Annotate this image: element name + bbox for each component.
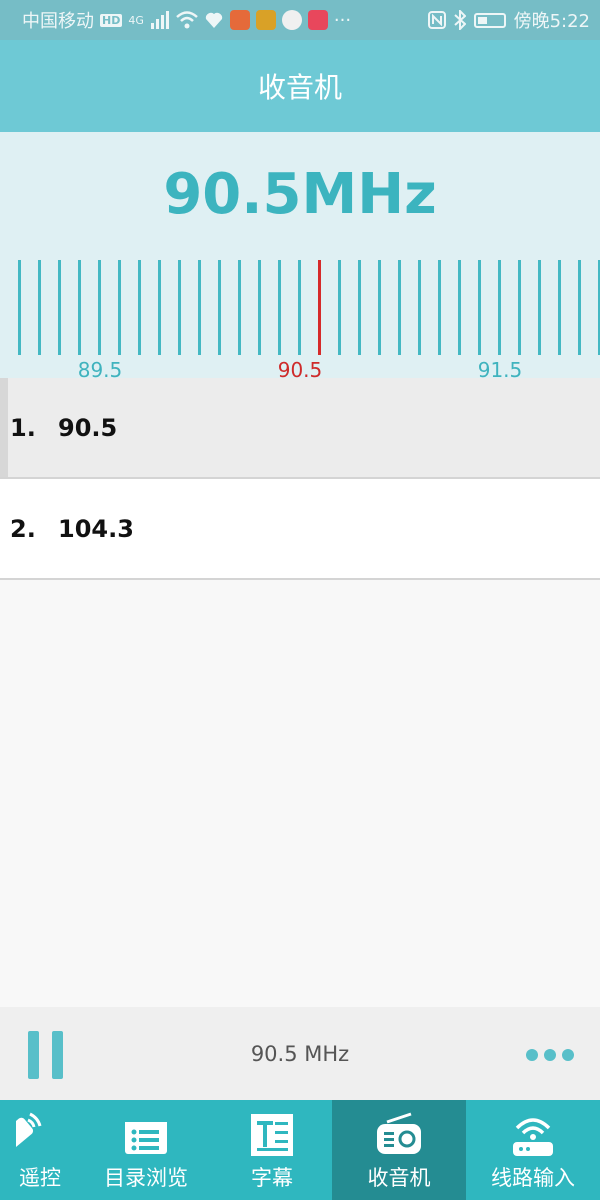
page-title: 收音机 xyxy=(257,71,342,104)
dial-tick xyxy=(578,260,581,355)
station-frequency: 90.5 xyxy=(58,413,118,442)
dial-tick xyxy=(78,260,81,355)
dial-tick xyxy=(278,260,281,355)
station-index: 2. xyxy=(10,514,36,543)
dial-tick xyxy=(478,260,481,355)
heart-icon xyxy=(204,11,224,29)
station-frequency: 104.3 xyxy=(58,514,134,543)
bottom-nav: 遥控 目录浏览 字幕 收音机 线路输入 xyxy=(0,1100,600,1200)
dial-tick xyxy=(178,260,181,355)
station-index: 1. xyxy=(10,413,36,442)
status-bar: 中国移动 HD 4G ··· 傍晚5:22 xyxy=(0,0,600,40)
dial-tick xyxy=(538,260,541,355)
nav-item-line-in[interactable]: 线路输入 xyxy=(466,1100,600,1200)
more-dots-icon[interactable] xyxy=(526,1049,574,1061)
dial-tick xyxy=(378,260,381,355)
dial-tick xyxy=(38,260,41,355)
dial-tick xyxy=(418,260,421,355)
station-row[interactable]: 1. 90.5 xyxy=(0,378,600,479)
nav-item-subtitle[interactable]: 字幕 xyxy=(212,1100,332,1200)
tuner-panel[interactable]: 90.5MHz 89.5 90.5 91.5 xyxy=(0,132,600,382)
more-notifications-label: ··· xyxy=(333,9,352,31)
dial-tick xyxy=(18,260,21,355)
line-in-icon xyxy=(509,1112,557,1158)
dial-tick xyxy=(98,260,101,355)
station-row[interactable]: 2. 104.3 xyxy=(0,479,600,580)
nav-item-label: 目录浏览 xyxy=(104,1166,188,1190)
dial-tick xyxy=(158,260,161,355)
list-icon xyxy=(122,1112,170,1158)
radio-icon xyxy=(375,1112,423,1158)
dial-tick xyxy=(518,260,521,355)
nav-item-remote[interactable]: 遥控 xyxy=(0,1100,80,1200)
dial-tick xyxy=(398,260,401,355)
app-icon xyxy=(307,10,328,30)
app-icon xyxy=(229,10,250,30)
nfc-icon xyxy=(427,11,446,29)
app-icon xyxy=(255,10,276,30)
frequency-display: 90.5MHz xyxy=(163,162,437,227)
app-icon xyxy=(281,10,302,30)
dial-tick xyxy=(118,260,121,355)
station-list: 1. 90.5 2. 104.3 xyxy=(0,378,600,580)
dial-tick xyxy=(458,260,461,355)
clock-label: 傍晚5:22 xyxy=(513,11,590,32)
dial-needle xyxy=(318,260,321,355)
frequency-dial[interactable] xyxy=(0,260,600,355)
dial-tick xyxy=(58,260,61,355)
nav-item-label: 字幕 xyxy=(251,1166,293,1190)
now-playing-label: 90.5 MHz xyxy=(250,1041,350,1066)
hd-icon: HD xyxy=(100,13,123,27)
dial-tick xyxy=(498,260,501,355)
bluetooth-icon xyxy=(453,10,466,30)
dial-tick xyxy=(358,260,361,355)
dial-tick xyxy=(338,260,341,355)
dial-tick xyxy=(558,260,561,355)
nav-item-label: 收音机 xyxy=(367,1166,431,1190)
battery-icon xyxy=(473,12,506,28)
dial-tick xyxy=(218,260,221,355)
signal-icon xyxy=(150,11,170,29)
remote-icon xyxy=(0,1112,64,1158)
nav-item-browse[interactable]: 目录浏览 xyxy=(80,1100,212,1200)
dial-tick xyxy=(198,260,201,355)
nav-item-label: 遥控 xyxy=(19,1166,61,1190)
carrier-label: 中国移动 xyxy=(22,11,94,32)
title-bar: 收音机 xyxy=(0,40,600,132)
player-bar: 90.5 MHz xyxy=(0,1007,600,1100)
wifi-icon xyxy=(176,11,198,29)
dial-tick xyxy=(438,260,441,355)
network-type-label: 4G xyxy=(128,13,144,27)
dial-tick xyxy=(138,260,141,355)
nav-item-radio[interactable]: 收音机 xyxy=(332,1100,466,1200)
dial-tick xyxy=(298,260,301,355)
dial-tick xyxy=(258,260,261,355)
subtitle-icon xyxy=(248,1112,296,1158)
dial-tick xyxy=(238,260,241,355)
nav-item-label: 线路输入 xyxy=(491,1166,575,1190)
